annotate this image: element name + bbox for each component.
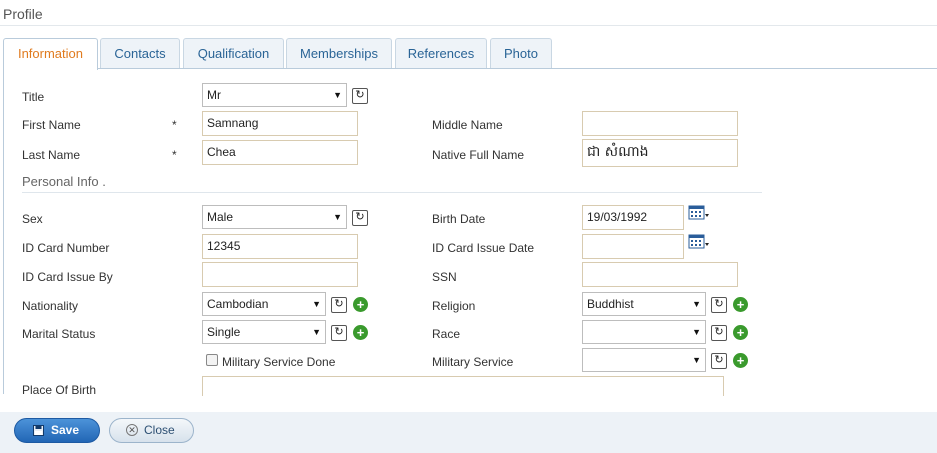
nationality-select[interactable]: Cambodian ▼ [202, 292, 326, 316]
dropdown-arrow-icon: ▼ [692, 327, 701, 337]
refresh-icon[interactable]: ↻ [711, 353, 727, 369]
religion-label: Religion [432, 299, 476, 313]
dropdown-arrow-icon: ▼ [692, 299, 701, 309]
nationality-label: Nationality [22, 299, 79, 313]
sex-select[interactable]: Male ▼ [202, 205, 347, 229]
title-label: Title [22, 90, 45, 104]
dropdown-arrow-icon: ▼ [333, 212, 342, 222]
footer-bar: Save ✕ Close [0, 412, 937, 453]
id-card-issue-date-input[interactable] [582, 234, 684, 259]
refresh-icon[interactable]: ↻ [352, 210, 368, 226]
close-button-label: Close [144, 423, 175, 437]
id-card-number-input[interactable]: 12345 [202, 234, 358, 259]
close-icon: ✕ [126, 424, 138, 436]
id-card-number-label: ID Card Number [22, 241, 110, 255]
first-name-input[interactable]: Samnang [202, 111, 358, 136]
first-name-label: First Name [22, 118, 81, 132]
refresh-icon[interactable]: ↻ [331, 297, 347, 313]
middle-name-input[interactable] [582, 111, 738, 136]
dropdown-arrow-icon: ▼ [692, 355, 701, 365]
section-divider [22, 192, 762, 193]
marital-status-select-value: Single [207, 325, 241, 339]
tab-information[interactable]: Information [3, 38, 98, 70]
title-divider [0, 25, 937, 26]
refresh-icon[interactable]: ↻ [711, 325, 727, 341]
native-full-name-input[interactable]: ជា សំណាង [582, 139, 738, 167]
refresh-icon[interactable]: ↻ [352, 88, 368, 104]
close-button[interactable]: ✕ Close [109, 418, 194, 443]
ssn-label: SSN [432, 270, 457, 284]
save-button-label: Save [51, 423, 80, 437]
marital-status-label: Marital Status [22, 327, 96, 341]
birth-date-label: Birth Date [432, 212, 486, 226]
last-name-input[interactable]: Chea [202, 140, 358, 165]
refresh-icon[interactable]: ↻ [331, 325, 347, 341]
add-icon[interactable]: + [733, 297, 748, 312]
dropdown-arrow-icon: ▼ [333, 90, 342, 100]
calendar-icon[interactable] [688, 234, 710, 250]
id-card-issue-date-label: ID Card Issue Date [432, 241, 535, 255]
place-of-birth-label: Place Of Birth [22, 383, 97, 397]
tab-references[interactable]: References [395, 38, 487, 68]
tab-photo[interactable]: Photo [490, 38, 552, 68]
information-panel [3, 68, 937, 394]
nationality-select-value: Cambodian [207, 297, 269, 311]
title-select[interactable]: Mr ▼ [202, 83, 347, 107]
tab-qualification[interactable]: Qualification [183, 38, 284, 68]
race-select[interactable]: ▼ [582, 320, 706, 344]
floppy-disk-icon [33, 425, 44, 436]
id-card-issue-by-input[interactable] [202, 262, 358, 287]
dropdown-arrow-icon: ▼ [312, 299, 321, 309]
place-of-birth-textarea[interactable] [202, 376, 724, 396]
page-title: Profile [3, 6, 43, 22]
last-name-label: Last Name [22, 148, 81, 162]
sex-select-value: Male [207, 210, 234, 224]
add-icon[interactable]: + [733, 325, 748, 340]
add-icon[interactable]: + [353, 325, 368, 340]
ssn-input[interactable] [582, 262, 738, 287]
required-marker: * [172, 148, 177, 162]
race-label: Race [432, 327, 461, 341]
military-service-label: Military Service [432, 355, 514, 369]
religion-select-value: Buddhist [587, 297, 634, 311]
id-card-issue-by-label: ID Card Issue By [22, 270, 113, 284]
calendar-icon[interactable] [688, 205, 710, 221]
dropdown-arrow-icon: ▼ [312, 327, 321, 337]
military-service-done-label: Military Service Done [222, 355, 336, 369]
birth-date-input[interactable]: 19/03/1992 [582, 205, 684, 230]
refresh-icon[interactable]: ↻ [711, 297, 727, 313]
marital-status-select[interactable]: Single ▼ [202, 320, 326, 344]
sex-label: Sex [22, 212, 43, 226]
title-select-value: Mr [207, 88, 221, 102]
religion-select[interactable]: Buddhist ▼ [582, 292, 706, 316]
add-icon[interactable]: + [353, 297, 368, 312]
section-personal-info: Personal Info . [22, 174, 106, 189]
tab-memberships[interactable]: Memberships [286, 38, 392, 68]
add-icon[interactable]: + [733, 353, 748, 368]
military-service-select[interactable]: ▼ [582, 348, 706, 372]
middle-name-label: Middle Name [432, 118, 503, 132]
tab-contacts[interactable]: Contacts [100, 38, 180, 68]
native-full-name-label: Native Full Name [432, 148, 525, 162]
save-button[interactable]: Save [14, 418, 100, 443]
required-marker: * [172, 118, 177, 132]
military-service-done-checkbox[interactable] [206, 354, 218, 366]
